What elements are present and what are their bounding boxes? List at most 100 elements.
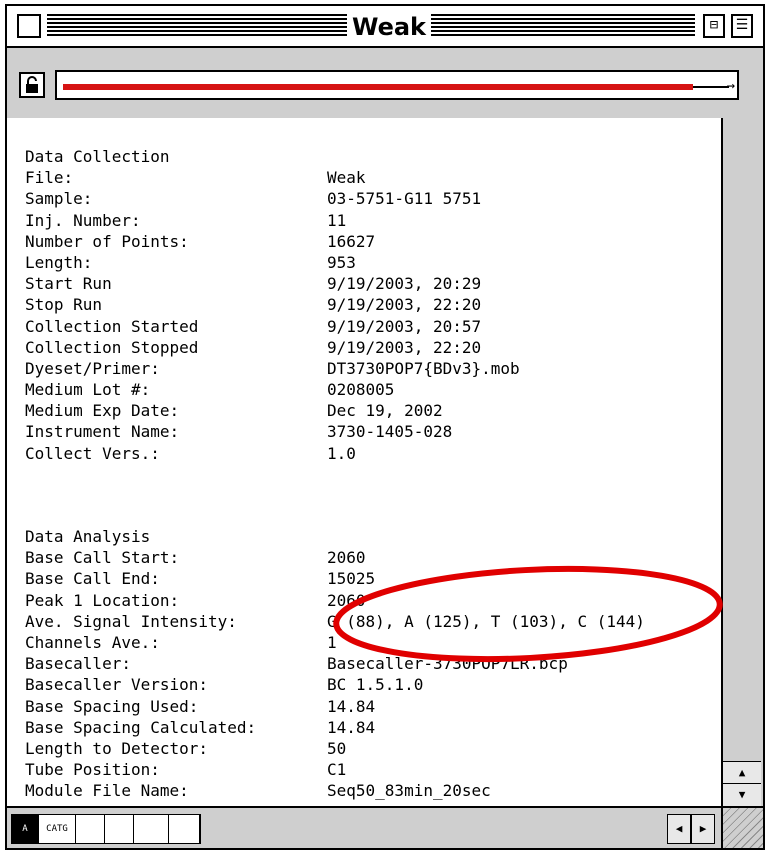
scroll-down-arrow-icon[interactable]: ▼ <box>723 783 761 806</box>
info-row: Inj. Number: 11 <box>25 210 520 231</box>
info-window: Weak ⊟ ☰ → Data Collection File: Weak Samp… <box>5 4 765 850</box>
info-row-value: Weak <box>327 168 366 188</box>
vertical-scrollbar[interactable]: ▲ ▼ <box>721 118 763 806</box>
info-row-value: 9/19/2003, 20:57 <box>327 316 482 336</box>
info-row-label: Collection Stopped <box>25 337 199 357</box>
info-row-value: 03-5751-G11 5751 <box>327 189 482 209</box>
info-row-value: 14.84 <box>327 696 376 716</box>
info-row-value: G (88), A (125), T (103), C (144) <box>327 611 645 631</box>
close-box-icon[interactable] <box>17 14 41 38</box>
info-row: Number of Points: 16627 <box>25 231 520 252</box>
scroll-right-arrow-icon[interactable]: ▶ <box>691 814 715 844</box>
analyzed-data-view-icon[interactable] <box>169 815 200 843</box>
info-row: Peak 1 Location: 2060 <box>25 590 645 611</box>
info-row: Collection Stopped 9/19/2003, 22:20 <box>25 337 520 358</box>
info-row-label: Peak 1 Location: <box>25 590 180 610</box>
info-row: Medium Lot #: 0208005 <box>25 379 520 400</box>
info-row: File: Weak <box>25 167 520 188</box>
info-row-label: Length to Detector: <box>25 738 209 758</box>
info-row-label: Start Run <box>25 274 112 294</box>
info-row: Stop Run 9/19/2003, 22:20 <box>25 294 520 315</box>
info-row: Instrument Name: 3730-1405-028 <box>25 421 520 442</box>
bottom-bar: A CATG ◀ ▶ <box>7 806 763 848</box>
info-row: Base Call End: 15025 <box>25 568 645 589</box>
info-row-value: 0208005 <box>327 380 395 400</box>
info-row: Basecaller: Basecaller-3730POP7LR.bcp <box>25 653 645 674</box>
info-row: Channels Ave.: 1 <box>25 632 645 653</box>
info-row-label: Dyeset/Primer: <box>25 358 160 378</box>
info-row-value: Dec 19, 2002 <box>327 401 443 421</box>
section-heading: Data Analysis <box>25 527 151 546</box>
info-row-label: Module File Name: <box>25 781 189 801</box>
annotation-view-icon[interactable]: A <box>12 815 39 843</box>
info-row-label: Sample: <box>25 189 93 209</box>
info-row: Dyeset/Primer: DT3730POP7{BDv3}.mob <box>25 358 520 379</box>
title-stripes-right <box>431 14 695 38</box>
electropherogram-view-icon[interactable] <box>105 815 134 843</box>
scroll-up-arrow-icon[interactable]: ▲ <box>723 761 761 784</box>
info-row-label: Base Call End: <box>25 569 160 589</box>
grow-box-icon[interactable] <box>721 808 763 848</box>
data-collection-section: Data Collection File: Weak Sample: 03-5751-… <box>25 146 520 464</box>
info-row-value: 15025 <box>327 569 376 589</box>
title-stripes-left <box>47 14 347 38</box>
layout-view-icon[interactable] <box>76 815 105 843</box>
info-row-value: 11 <box>327 210 347 230</box>
info-row-value: 14.84 <box>327 717 376 737</box>
info-row-label: Base Call Start: <box>25 548 180 568</box>
info-row: Basecaller Version: BC 1.5.1.0 <box>25 674 645 695</box>
section-heading: Data Collection <box>25 147 170 166</box>
info-row: Medium Exp Date: Dec 19, 2002 <box>25 400 520 421</box>
title-bar[interactable]: Weak ⊟ ☰ <box>7 6 763 48</box>
collapse-box-icon[interactable]: ☰ <box>731 14 753 38</box>
info-row-value: 2060 <box>327 590 366 610</box>
info-row: Base Call Start: 2060 <box>25 547 645 568</box>
info-row-value: 9/19/2003, 22:20 <box>327 295 482 315</box>
info-row-value: C1 <box>327 760 347 780</box>
info-row-value: 1 <box>327 632 337 652</box>
zoom-box-icon[interactable]: ⊟ <box>703 14 725 38</box>
info-row-label: Instrument Name: <box>25 422 180 442</box>
info-row-label: Tube Position: <box>25 760 160 780</box>
info-row-value: 50 <box>327 738 347 758</box>
info-row-value: 9/19/2003, 20:29 <box>327 274 482 294</box>
raw-data-view-icon[interactable] <box>134 815 169 843</box>
info-row-label: Ave. Signal Intensity: <box>25 611 237 631</box>
info-row: Collect Vers.: 1.0 <box>25 443 520 464</box>
info-row-label: Medium Lot #: <box>25 380 151 400</box>
window-title: Weak <box>348 12 430 42</box>
info-row-value: Basecaller-3730POP7LR.bcp <box>327 654 568 674</box>
info-row-label: Basecaller Version: <box>25 675 209 695</box>
info-row: Tube Position: C1 <box>25 759 645 780</box>
scroll-left-arrow-icon[interactable]: ◀ <box>667 814 691 844</box>
info-row: Base Spacing Calculated: 14.84 <box>25 717 645 738</box>
info-row: Length: 953 <box>25 252 520 273</box>
info-row-value: 3730-1405-028 <box>327 422 453 442</box>
info-row: Base Spacing Used: 14.84 <box>25 696 645 717</box>
info-row: Collection Started 9/19/2003, 20:57 <box>25 316 520 337</box>
info-row-label: Base Spacing Calculated: <box>25 717 257 737</box>
info-row-label: Collection Started <box>25 316 199 336</box>
progress-track[interactable]: → <box>55 70 739 100</box>
info-row-label: Number of Points: <box>25 231 189 251</box>
info-row: Start Run 9/19/2003, 20:29 <box>25 273 520 294</box>
info-row-label: Channels Ave.: <box>25 632 160 652</box>
arrow-right-icon: → <box>726 78 735 94</box>
info-row-label: Basecaller: <box>25 654 131 674</box>
info-row-value: 2060 <box>327 548 366 568</box>
toolbar: → <box>7 48 763 120</box>
sequence-view-icon[interactable]: CATG <box>39 815 76 843</box>
info-row-label: Inj. Number: <box>25 210 141 230</box>
progress-fill <box>63 84 693 90</box>
info-row-value: 953 <box>327 252 356 272</box>
info-row: Sample: 03-5751-G11 5751 <box>25 188 520 209</box>
info-row-label: Stop Run <box>25 295 103 315</box>
info-row: Module File Name: Seq50_83min_20sec <box>25 780 645 801</box>
data-analysis-section: Data Analysis Base Call Start: 2060 Base C… <box>25 526 645 801</box>
info-row: Length to Detector: 50 <box>25 738 645 759</box>
info-row-value: 16627 <box>327 231 376 251</box>
info-row-label: Length: <box>25 252 93 272</box>
info-row-value: DT3730POP7{BDv3}.mob <box>327 358 520 378</box>
lock-icon[interactable] <box>19 72 45 98</box>
info-row-value: 1.0 <box>327 443 356 463</box>
